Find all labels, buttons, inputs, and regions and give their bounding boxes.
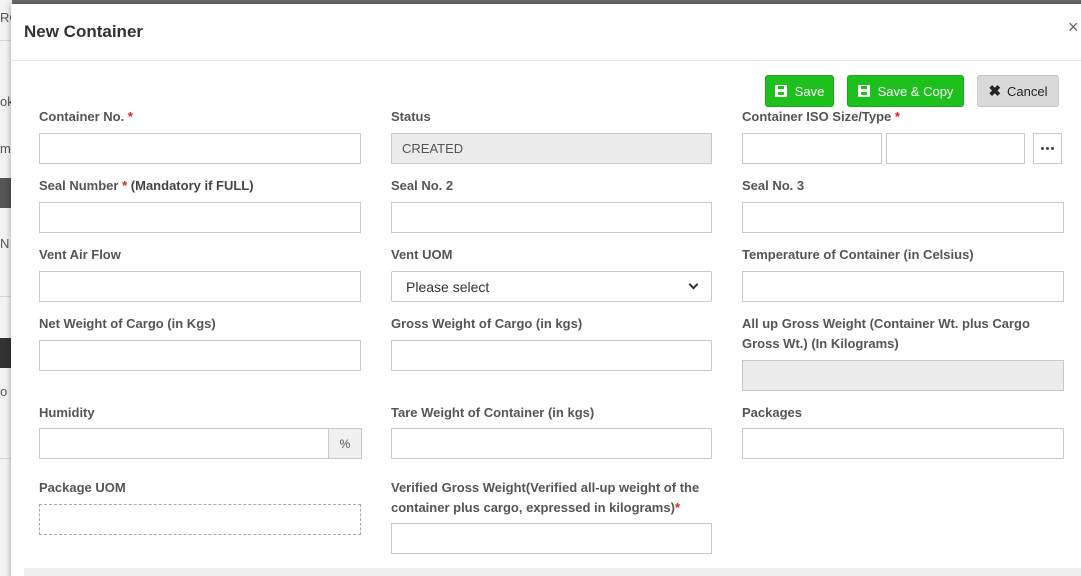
- save-button-label: Save: [794, 83, 825, 99]
- close-icon[interactable]: ×: [1068, 17, 1079, 38]
- net-weight-input[interactable]: [39, 340, 361, 371]
- save-and-copy-button[interactable]: Save & Copy: [847, 75, 964, 107]
- cancel-button-label: Cancel: [1007, 83, 1048, 99]
- required-marker: *: [894, 109, 900, 124]
- vent-uom-selected: Please select: [406, 278, 490, 295]
- iso-lookup-button[interactable]: [1033, 133, 1062, 164]
- ellipsis-icon: [1041, 147, 1044, 150]
- gross-weight-label: Gross Weight of Cargo (in kgs): [391, 316, 583, 331]
- floppy-disk-icon: [774, 85, 787, 97]
- ellipsis-icon: [1051, 147, 1054, 150]
- status-label: Status: [391, 109, 431, 124]
- seal-number-label: Seal Number * (Mandatory if FULL): [39, 176, 254, 196]
- package-uom-label: Package UOM: [39, 480, 126, 495]
- close-icon: ✖: [988, 82, 1002, 100]
- package-uom-select[interactable]: [39, 504, 361, 535]
- container-no-label: Container No. *: [39, 107, 133, 127]
- all-up-gross-weight-field: [742, 360, 1064, 391]
- vent-air-flow-input[interactable]: [39, 271, 361, 302]
- iso-type-input[interactable]: [886, 133, 1025, 164]
- vent-uom-label: Vent UOM: [391, 247, 453, 262]
- packages-label: Packages: [742, 405, 802, 420]
- label-note: (Mandatory if FULL): [130, 178, 254, 193]
- ellipsis-icon: [1046, 147, 1049, 150]
- tare-weight-label: Tare Weight of Container (in kgs): [391, 405, 595, 420]
- label-line: container plus cargo, expressed in kilog…: [391, 498, 721, 518]
- temperature-label: Temperature of Container (in Celsius): [742, 247, 974, 262]
- cancel-button[interactable]: ✖ Cancel: [977, 75, 1059, 107]
- chevron-down-icon: [688, 279, 699, 290]
- save-copy-button-label: Save & Copy: [877, 83, 954, 99]
- tare-weight-input[interactable]: [391, 428, 712, 459]
- required-marker: *: [127, 109, 133, 124]
- modal-header: New Container ×: [11, 4, 1081, 61]
- all-up-gross-weight-label: All up Gross Weight (Container Wt. plus …: [742, 314, 1062, 354]
- label-line: Verified Gross Weight(Verified all-up we…: [391, 480, 700, 495]
- seal-no-2-label: Seal No. 2: [391, 178, 454, 193]
- label-text: Seal Number: [39, 178, 119, 193]
- verified-gross-weight-input[interactable]: [391, 523, 712, 554]
- humidity-label: Humidity: [39, 405, 95, 420]
- verified-gross-weight-label: Verified Gross Weight(Verified all-up we…: [391, 478, 721, 518]
- packages-input[interactable]: [742, 428, 1064, 459]
- label-line: All up Gross Weight (Container Wt. plus …: [742, 316, 1030, 331]
- seal-no-3-input[interactable]: [742, 202, 1064, 233]
- net-weight-label: Net Weight of Cargo (in Kgs): [39, 316, 216, 331]
- required-marker: *: [122, 178, 128, 193]
- new-container-modal: New Container × Save Save & Copy ✖ Cance…: [11, 4, 1081, 576]
- percent-addon: %: [328, 428, 362, 459]
- label-line: Gross Wt.) (In Kilograms): [742, 336, 899, 351]
- temperature-input[interactable]: [742, 271, 1064, 302]
- vent-uom-select[interactable]: Please select: [391, 271, 712, 302]
- status-field: [391, 133, 712, 164]
- next-section-header: [24, 568, 1081, 576]
- save-button[interactable]: Save: [765, 75, 834, 107]
- label-text: Container ISO Size/Type: [742, 109, 892, 124]
- required-marker: *: [674, 500, 680, 515]
- container-iso-label: Container ISO Size/Type *: [742, 107, 900, 127]
- modal-title: New Container: [24, 22, 144, 41]
- container-no-input[interactable]: [39, 133, 361, 164]
- humidity-input[interactable]: [39, 428, 329, 459]
- vent-air-flow-label: Vent Air Flow: [39, 247, 121, 262]
- floppy-disk-icon: [857, 85, 870, 97]
- gross-weight-input[interactable]: [391, 340, 712, 371]
- label-text: container plus cargo, expressed in kilog…: [391, 500, 675, 515]
- seal-number-input[interactable]: [39, 202, 361, 233]
- iso-size-input[interactable]: [742, 133, 882, 164]
- label-text: Container No.: [39, 109, 125, 124]
- seal-no-2-input[interactable]: [391, 202, 712, 233]
- seal-no-3-label: Seal No. 3: [742, 178, 805, 193]
